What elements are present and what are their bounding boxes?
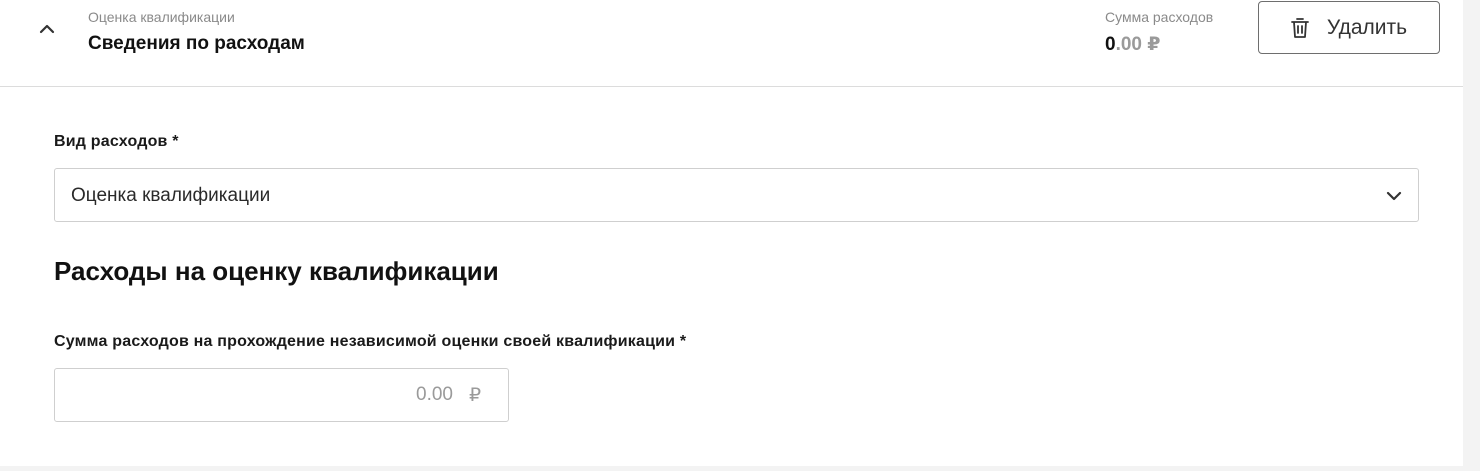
expense-card-header: Оценка квалификации Сведения по расходам… xyxy=(0,0,1463,87)
expense-card: Оценка квалификации Сведения по расходам… xyxy=(0,0,1463,466)
chevron-up-icon xyxy=(39,24,55,34)
expense-sum-label: Сумма расходов xyxy=(1105,9,1214,25)
expense-sum-fraction: .00 ₽ xyxy=(1115,34,1161,55)
header-eyebrow: Оценка квалификации xyxy=(88,9,235,25)
delete-button-label: Удалить xyxy=(1326,15,1408,39)
expense-sum-value: 0.00 ₽ xyxy=(1105,33,1161,56)
header-title: Сведения по расходам xyxy=(88,33,305,54)
amount-label: Сумма расходов на прохождение независимо… xyxy=(54,333,687,350)
currency-symbol: ₽ xyxy=(469,385,482,406)
section-title: Расходы на оценку квалификации xyxy=(54,256,499,286)
delete-button[interactable]: Удалить xyxy=(1258,1,1440,54)
expense-sum-integer: 0 xyxy=(1105,34,1116,55)
amount-field: ₽ xyxy=(54,368,509,422)
collapse-button[interactable] xyxy=(34,16,60,42)
expense-type-select[interactable]: Оценка квалификации xyxy=(54,168,1419,222)
amount-input[interactable] xyxy=(55,369,453,421)
expense-type-label: Вид расходов * xyxy=(54,133,179,150)
expense-type-value: Оценка квалификации xyxy=(71,185,271,206)
trash-icon xyxy=(1291,17,1309,38)
chevron-down-icon xyxy=(1386,191,1402,201)
